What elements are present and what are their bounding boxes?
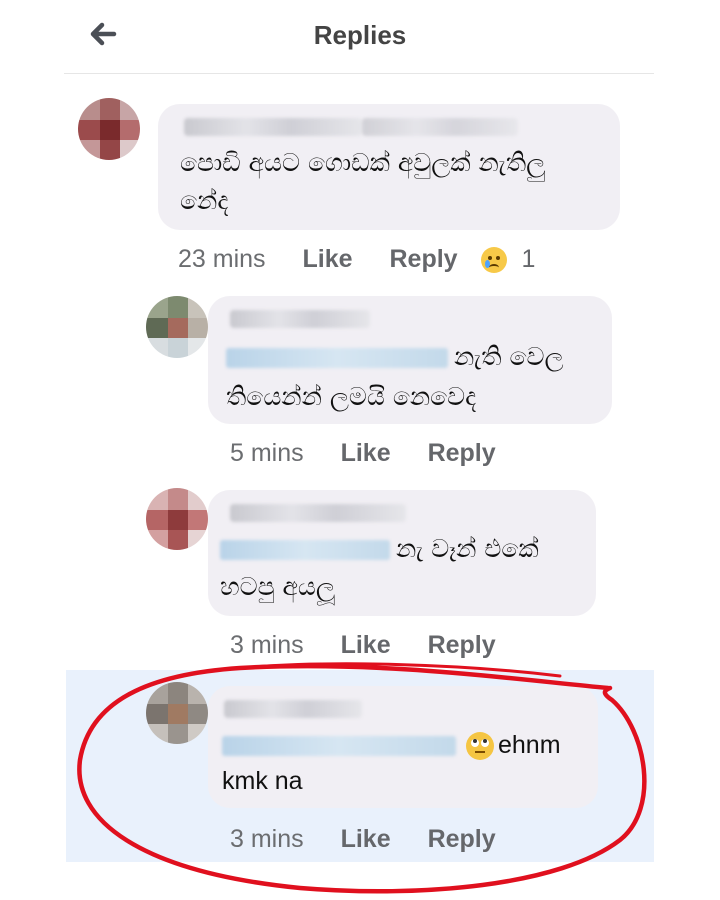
comment-text-tail: නැති වෙල <box>454 342 564 371</box>
comment-time: 5 mins <box>230 439 304 467</box>
header-divider <box>64 73 654 74</box>
comment-time: 3 mins <box>230 825 304 853</box>
reply-button[interactable]: Reply <box>428 436 496 470</box>
blurred-author-name <box>224 700 362 718</box>
comment-text-line: පොඩි අයට ගොඩක් අවුලක් නැතිලු <box>180 148 546 177</box>
comment-text-tail: නැ වෑන් එකේ <box>396 534 539 563</box>
comment-text-line: kmk na <box>222 767 303 795</box>
comment-text-line: තියෙන්න් ලමයි නෙවෙද <box>226 382 477 411</box>
sad-face-icon[interactable] <box>480 247 507 274</box>
comment-meta: 3 mins Like Reply <box>230 822 496 856</box>
comment-time: 3 mins <box>230 631 304 659</box>
comment-meta: 3 mins Like Reply <box>230 628 496 662</box>
like-button[interactable]: Like <box>341 628 391 662</box>
blurred-author-name <box>184 118 362 136</box>
comment-text-tail: ehnm <box>498 731 561 759</box>
face-with-rolling-eyes-icon <box>466 732 494 761</box>
blurred-author-name <box>230 310 370 328</box>
comment-text-line: නැති වෙල <box>226 338 564 376</box>
reply-button[interactable]: Reply <box>389 242 457 276</box>
avatar[interactable] <box>146 682 208 744</box>
reply-button[interactable]: Reply <box>428 628 496 662</box>
page-title: Replies <box>313 20 407 50</box>
comment-time: 23 mins <box>178 245 266 273</box>
avatar[interactable] <box>78 98 140 160</box>
comment-bubble[interactable]: නැ වෑන් එකේ හටපු අයලූ <box>208 490 596 616</box>
comment-bubble[interactable]: ehnm kmk na <box>208 686 598 808</box>
blurred-mention <box>226 348 448 368</box>
like-button[interactable]: Like <box>303 242 353 276</box>
comment-text-line: නේද <box>180 186 229 215</box>
blurred-mention <box>220 540 390 560</box>
avatar[interactable] <box>146 296 208 358</box>
comment-meta: 5 mins Like Reply <box>230 436 496 470</box>
comment-bubble[interactable]: නැති වෙල තියෙන්න් ලමයි නෙවෙද <box>208 296 612 424</box>
comment-bubble[interactable]: පොඩි අයට ගොඩක් අවුලක් නැතිලු නේද <box>158 104 620 230</box>
comment-meta: 23 mins Like Reply 1 <box>178 242 535 276</box>
reply-button[interactable]: Reply <box>428 822 496 856</box>
top-bar: Replies <box>0 0 720 74</box>
like-button[interactable]: Like <box>341 436 391 470</box>
blurred-author-name <box>230 504 406 522</box>
comment-text-line: නැ වෑන් එකේ <box>220 530 539 568</box>
reaction-count: 1 <box>521 245 536 273</box>
like-button[interactable]: Like <box>341 822 391 856</box>
avatar[interactable] <box>146 488 208 550</box>
comment-text-line: හටපු අයලූ <box>220 572 335 601</box>
blurred-author-name <box>362 118 518 136</box>
blurred-mention <box>222 736 456 757</box>
comment-text-line: ehnm <box>222 726 561 764</box>
